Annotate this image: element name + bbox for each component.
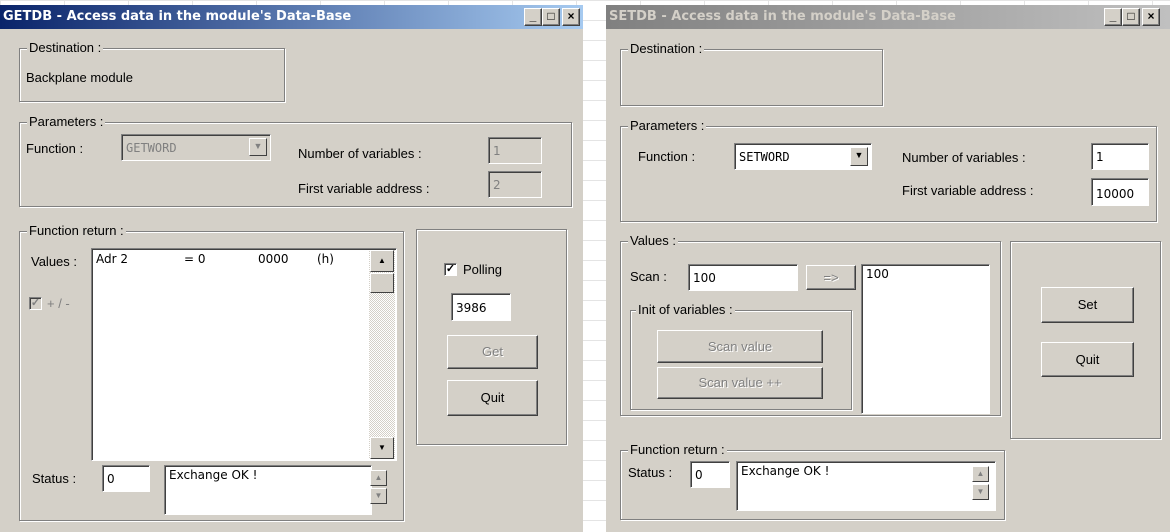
close-button[interactable]: × (562, 8, 580, 26)
destination-group-label: Destination : (27, 40, 104, 55)
status-text: Exchange OK ! (164, 465, 372, 515)
first-addr-label: First variable address : (298, 181, 430, 196)
chevron-down-icon[interactable]: ▼ (249, 138, 267, 156)
list-item[interactable]: 100 (866, 267, 985, 281)
status-scroll-down-icon[interactable]: ▼ (972, 484, 989, 500)
num-vars-input[interactable]: 1 (1091, 143, 1149, 170)
minimize-button[interactable]: _ (524, 8, 542, 26)
maximize-button[interactable]: □ (1122, 8, 1140, 26)
num-vars-input[interactable]: 1 (488, 137, 542, 164)
values-group-label: Values : (628, 233, 679, 248)
status-label: Status : (32, 471, 77, 486)
scan-value-increment-button[interactable]: Scan value ++ (657, 367, 823, 399)
status-scroll-up-icon[interactable]: ▲ (972, 466, 989, 482)
value-unit: (h) (317, 252, 334, 266)
function-return-group-label: Function return : (27, 223, 126, 238)
getdb-title: GETDB - Access data in the module's Data… (3, 9, 352, 24)
init-variables-group-label: Init of variables : (636, 302, 735, 317)
setdb-title: SETDB - Access data in the module's Data… (609, 9, 956, 24)
parameters-group (620, 126, 1157, 222)
maximize-button[interactable]: □ (542, 8, 560, 26)
first-addr-label: First variable address : (902, 183, 1034, 198)
value-decimal: = 0 (184, 252, 206, 266)
quit-button[interactable]: Quit (1041, 342, 1134, 377)
status-scroll-up-icon[interactable]: ▲ (370, 470, 387, 486)
values-label: Values : (31, 254, 78, 269)
polling-counter: 3986 (451, 293, 511, 321)
scroll-down-icon[interactable]: ▼ (370, 437, 394, 459)
transfer-button[interactable]: => (806, 265, 856, 290)
function-return-group-label: Function return : (628, 442, 727, 457)
status-scroll-down-icon[interactable]: ▼ (370, 488, 387, 504)
setdb-window: SETDB - Access data in the module's Data… (606, 5, 1170, 532)
num-vars-label: Number of variables : (298, 146, 422, 161)
status-text: Exchange OK ! (736, 461, 996, 511)
actions-group (1010, 241, 1161, 439)
plusminus-checkbox[interactable]: ✓ (29, 297, 42, 310)
setdb-titlebar[interactable]: SETDB - Access data in the module's Data… (606, 5, 1170, 29)
status-label: Status : (628, 465, 673, 480)
value-hex: 0000 (258, 252, 289, 266)
chevron-down-icon[interactable]: ▼ (850, 147, 868, 166)
num-vars-label: Number of variables : (902, 150, 1026, 165)
minimize-button[interactable]: _ (1104, 8, 1122, 26)
destination-group (620, 49, 883, 106)
polling-checkbox[interactable]: ✓ (444, 263, 457, 276)
quit-button[interactable]: Quit (447, 380, 538, 416)
list-item[interactable]: Adr 2 = 0 0000 (h) (92, 249, 396, 269)
destination-value: Backplane module (26, 70, 133, 85)
scroll-thumb[interactable] (370, 273, 394, 293)
destination-group-label: Destination : (628, 41, 705, 56)
value-address: Adr 2 (96, 252, 128, 266)
parameters-group-label: Parameters : (27, 114, 106, 129)
status-code: 0 (690, 461, 730, 488)
getdb-titlebar[interactable]: GETDB - Access data in the module's Data… (0, 5, 583, 29)
status-code: 0 (102, 465, 150, 492)
scan-input[interactable]: 100 (688, 264, 798, 291)
values-list[interactable]: Adr 2 = 0 0000 (h) (91, 248, 397, 461)
polling-label: Polling (463, 262, 503, 277)
get-button[interactable]: Get (447, 335, 538, 369)
first-addr-input[interactable]: 2 (488, 171, 542, 198)
getdb-window: GETDB - Access data in the module's Data… (0, 5, 583, 532)
parameters-group-label: Parameters : (628, 118, 707, 133)
scan-value-button[interactable]: Scan value (657, 330, 823, 363)
scan-label: Scan : (630, 269, 667, 284)
close-button[interactable]: × (1142, 8, 1160, 26)
plusminus-label: + / - (47, 296, 70, 311)
function-label: Function : (26, 141, 84, 156)
first-addr-input[interactable]: 10000 (1091, 178, 1149, 206)
scroll-up-icon[interactable]: ▲ (370, 250, 394, 272)
values-list[interactable]: 100 (861, 264, 990, 414)
function-label: Function : (638, 149, 696, 164)
set-button[interactable]: Set (1041, 287, 1134, 323)
